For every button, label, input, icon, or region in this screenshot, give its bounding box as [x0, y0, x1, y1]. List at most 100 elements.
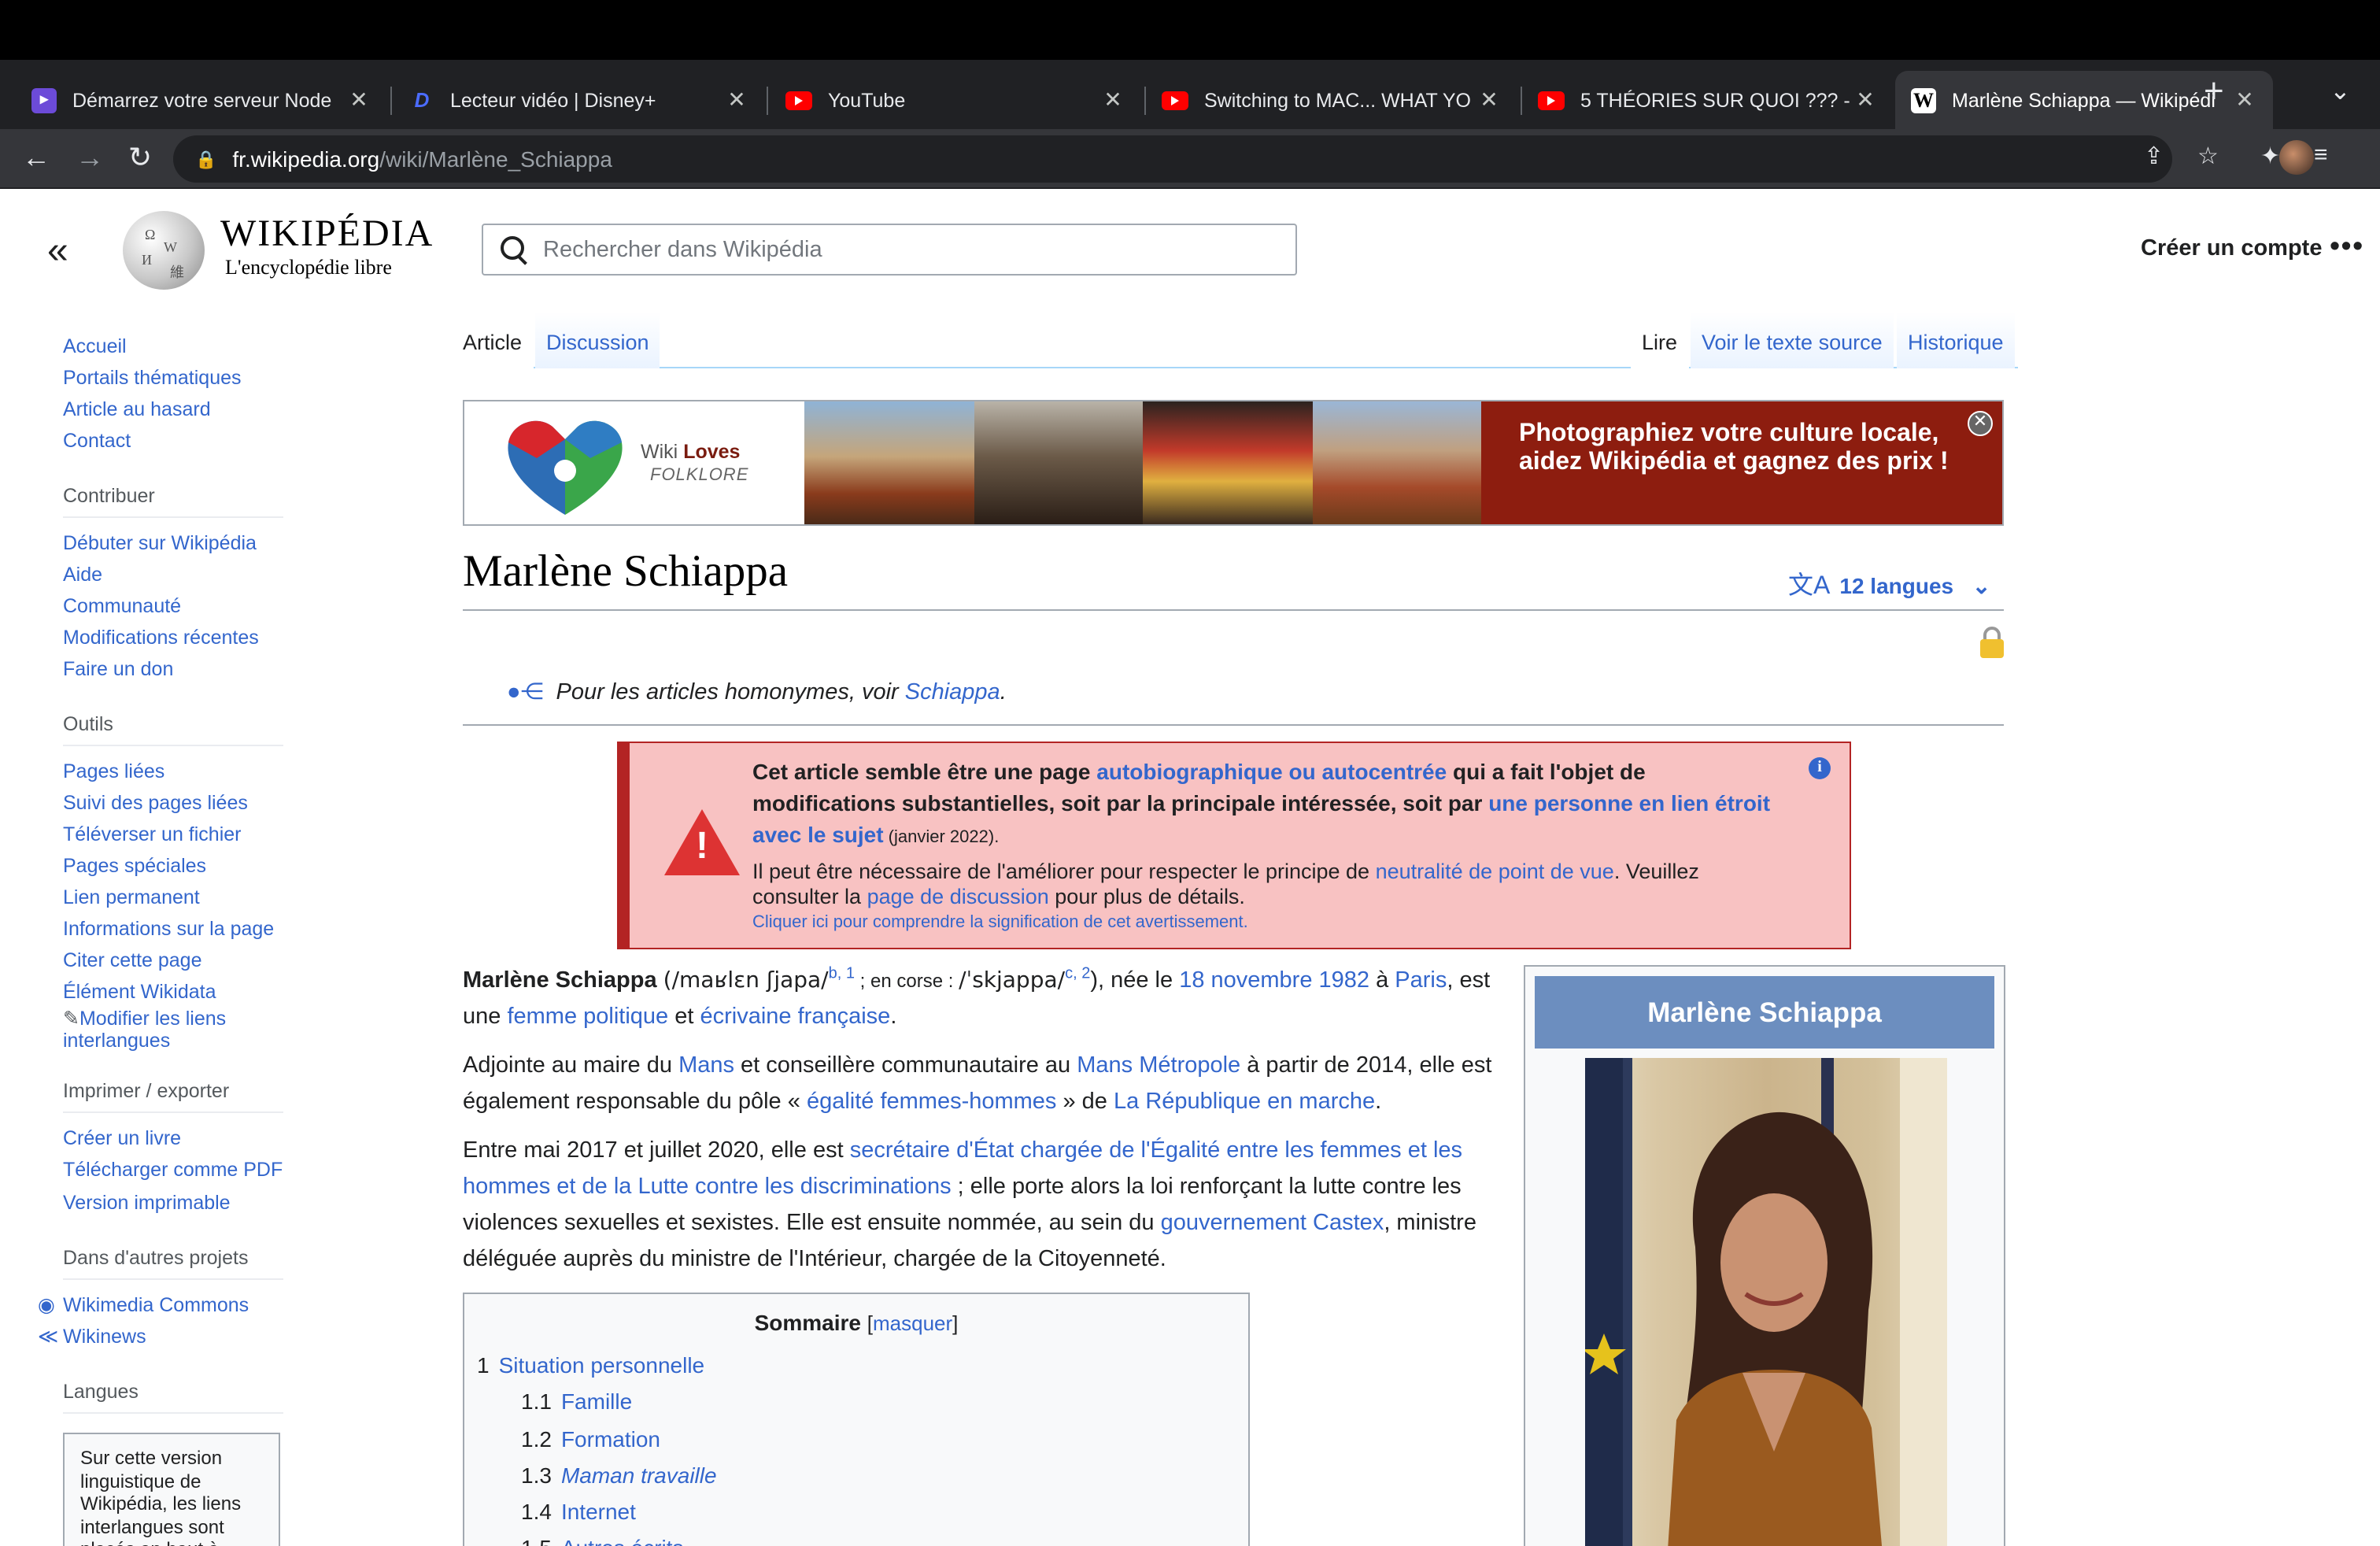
sidebar-item-communaute[interactable]: Communauté: [63, 590, 283, 622]
sidebar-item-imprimable[interactable]: Version imprimable: [63, 1187, 283, 1219]
warning-explain-link[interactable]: Cliquer ici pour comprendre la significa…: [752, 910, 1776, 935]
toc-item[interactable]: 1.5 Autres écrits: [464, 1531, 1248, 1546]
sidebar-item-suivi[interactable]: Suivi des pages liées: [63, 787, 283, 819]
tab-title: Démarrez votre serveur Node: [72, 89, 332, 111]
toc-item[interactable]: 1.2 Formation: [464, 1421, 1248, 1458]
toc-toggle[interactable]: [masquer]: [867, 1311, 959, 1335]
sidebar-item-hasard[interactable]: Article au hasard: [63, 394, 283, 425]
sidebar-item-permanent[interactable]: Lien permanent: [63, 882, 283, 913]
create-account-link[interactable]: Créer un compte: [2141, 236, 2322, 261]
tab-youtube[interactable]: YouTube ✕: [770, 71, 1141, 129]
share-icon[interactable]: ⇪: [2144, 142, 2164, 170]
sidebar-item-accueil[interactable]: Accueil: [63, 331, 283, 362]
toc-toggle-link[interactable]: masquer: [873, 1311, 952, 1335]
search-input[interactable]: [543, 237, 1236, 262]
sidebar-item-wikidata[interactable]: Élément Wikidata: [63, 976, 283, 1008]
ipa-pronunciation[interactable]: (/maʁlɛn ʃjapa/: [663, 968, 829, 993]
tab-voir-source[interactable]: Voir le texte source: [1691, 312, 1894, 368]
sidebar-item-interlangues[interactable]: ✎Modifier les liens interlangues: [63, 1008, 283, 1052]
toc-item-link[interactable]: Formation: [561, 1426, 660, 1451]
toc-item-link[interactable]: Maman travaille: [561, 1463, 717, 1488]
toc-item[interactable]: 1.3 Maman travaille: [464, 1458, 1248, 1495]
sidebar-item-contact[interactable]: Contact: [63, 425, 283, 457]
tab-lire[interactable]: Lire: [1631, 312, 1689, 368]
sidebar-item-debuter[interactable]: Débuter sur Wikipédia: [63, 527, 283, 559]
wikipedia-globe-logo-icon[interactable]: ΩWИ維: [123, 211, 205, 290]
close-tab-icon[interactable]: ✕: [1100, 87, 1125, 113]
femme-politique-link[interactable]: femme politique: [507, 1004, 668, 1030]
bookmark-star-icon[interactable]: ☆: [2197, 142, 2219, 170]
sidebar-item-pdf[interactable]: Télécharger comme PDF: [63, 1159, 283, 1181]
sidebar-item-pages-liees[interactable]: Pages liées: [63, 756, 283, 787]
portrait-image[interactable]: [1585, 1058, 1947, 1546]
url-host: fr.wikipedia.org: [232, 146, 380, 172]
sidebar-item-portails[interactable]: Portails thématiques: [63, 362, 283, 394]
new-tab-plus-icon[interactable]: +: [2204, 71, 2224, 112]
tab-disney[interactable]: D Lecteur vidéo | Disney+ ✕: [394, 71, 765, 129]
collapse-sidebar-icon[interactable]: «: [47, 230, 68, 274]
mans-link[interactable]: Mans: [678, 1053, 734, 1078]
warning-headline: Cet article semble être une page autobio…: [752, 756, 1776, 853]
paris-link[interactable]: Paris: [1395, 968, 1447, 993]
tab-youtube-mac[interactable]: Switching to MAC... WHAT YO ✕: [1146, 71, 1517, 129]
ecrivaine-link[interactable]: écrivaine française: [700, 1004, 891, 1030]
close-tab-icon[interactable]: ✕: [346, 87, 371, 113]
tab-node[interactable]: ▸ Démarrez votre serveur Node ✕: [16, 71, 387, 129]
extensions-puzzle-icon[interactable]: ✦: [2260, 142, 2280, 170]
tab-search-chevron-icon[interactable]: ⌄: [2330, 76, 2351, 107]
lrem-link[interactable]: La République en marche: [1114, 1089, 1375, 1115]
info-icon[interactable]: i: [1809, 757, 1831, 779]
sidebar-item-commons[interactable]: ◉ Wikimedia Commons: [38, 1289, 283, 1321]
page-discussion-link[interactable]: page de discussion: [867, 885, 1049, 908]
tab-article[interactable]: Article: [452, 312, 534, 368]
hatnote-link[interactable]: Schiappa: [905, 680, 1000, 705]
footnote-ref[interactable]: c, 2: [1065, 965, 1090, 982]
tab-discussion[interactable]: Discussion: [535, 312, 660, 368]
banner-close-icon[interactable]: ✕: [1968, 411, 1993, 436]
close-tab-icon[interactable]: ✕: [724, 87, 749, 113]
toc-item-link[interactable]: Autres écrits: [561, 1536, 684, 1546]
ipa-pronunciation-corse[interactable]: /ˈskjappa/: [959, 968, 1065, 993]
wiki-loves-folklore-banner[interactable]: Wiki Loves FOLKLORE Photographiez votre …: [463, 400, 2004, 526]
toc-item-link[interactable]: Internet: [561, 1499, 636, 1524]
gouvernement-castex-link[interactable]: gouvernement Castex: [1161, 1211, 1384, 1236]
sidebar-item-televerser[interactable]: Téléverser un fichier: [63, 819, 283, 850]
tab-historique[interactable]: Historique: [1897, 312, 2015, 368]
sidebar-item-informations[interactable]: Informations sur la page: [63, 913, 283, 945]
autobiographique-link[interactable]: autobiographique ou autocentrée: [1096, 759, 1447, 784]
sidebar-item-livre[interactable]: Créer un livre: [63, 1123, 283, 1154]
reload-icon[interactable]: ↻: [123, 142, 157, 175]
egalite-link[interactable]: égalité femmes-hommes: [807, 1089, 1057, 1115]
sidebar-item-wikinews[interactable]: ≪ Wikinews: [38, 1321, 283, 1352]
toc-item-link[interactable]: Famille: [561, 1389, 632, 1415]
sidebar-item-citer[interactable]: Citer cette page: [63, 945, 283, 976]
profile-avatar[interactable]: [2279, 140, 2314, 175]
close-tab-icon[interactable]: ✕: [2232, 87, 2257, 113]
wikipedia-wordmark[interactable]: WIKIPÉDIA: [220, 214, 434, 257]
padlock-icon[interactable]: [1980, 627, 2004, 658]
toc-item[interactable]: 1.1 Famille: [464, 1385, 1248, 1422]
close-tab-icon[interactable]: ✕: [1853, 87, 1878, 113]
mans-metropole-link[interactable]: Mans Métropole: [1077, 1053, 1240, 1078]
address-bar[interactable]: 🔒 fr.wikipedia.org /wiki/Marlène_Schiapp…: [173, 135, 2172, 183]
footnote-ref[interactable]: b, 1: [829, 965, 855, 982]
sidebar-item-aide[interactable]: Aide: [63, 559, 283, 590]
close-tab-icon[interactable]: ✕: [1476, 87, 1502, 113]
sidebar-item-modifications[interactable]: Modifications récentes: [63, 622, 283, 653]
media-control-icon[interactable]: ≡: [2314, 142, 2328, 168]
toc-item-link[interactable]: Situation personnelle: [499, 1352, 705, 1378]
sidebar-item-don[interactable]: Faire un don: [63, 653, 283, 685]
languages-button[interactable]: 文A 12 langues ⌄: [1788, 564, 1990, 601]
toc-item[interactable]: 1.4 Internet: [464, 1494, 1248, 1531]
forward-arrow-icon[interactable]: →: [72, 142, 107, 175]
sidebar-item-speciales[interactable]: Pages spéciales: [63, 850, 283, 882]
toc-item[interactable]: 1 Situation personnelle: [464, 1348, 1248, 1385]
tab-youtube-theories[interactable]: 5 THÉORIES SUR QUOI ??? - ✕: [1522, 71, 1894, 129]
back-arrow-icon[interactable]: ←: [19, 142, 54, 175]
neutralite-link[interactable]: neutralité de point de vue: [1376, 860, 1614, 883]
birthdate-link[interactable]: 18 novembre 1982: [1179, 968, 1369, 993]
search-box[interactable]: [482, 224, 1297, 276]
url-path: /wiki/Marlène_Schiappa: [379, 146, 612, 172]
wikinews-icon: ≪: [38, 1326, 59, 1348]
more-options-icon[interactable]: •••: [2330, 230, 2364, 263]
